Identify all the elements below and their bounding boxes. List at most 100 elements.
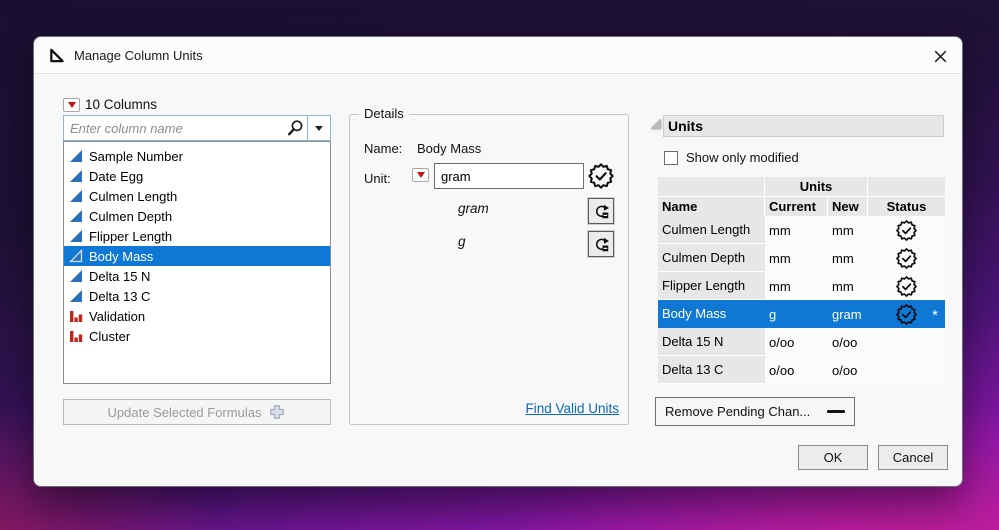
cell-new: mm xyxy=(828,216,868,244)
update-button-label: Update Selected Formulas xyxy=(107,404,262,420)
list-item-label: Delta 15 N xyxy=(89,268,151,284)
convert-unit-button[interactable] xyxy=(587,230,615,258)
list-item[interactable]: Delta 13 C xyxy=(64,286,330,306)
cell-new: o/oo xyxy=(828,356,868,384)
table-row[interactable]: Culmen Depth mm mm xyxy=(658,244,945,272)
header-name: Name xyxy=(658,196,765,216)
convert-icon xyxy=(593,203,610,220)
show-only-modified-label: Show only modified xyxy=(686,150,799,165)
unit-input[interactable] xyxy=(434,163,584,189)
cell-name: Culmen Depth xyxy=(658,244,765,272)
find-valid-units-link[interactable]: Find Valid Units xyxy=(525,401,619,416)
unit-suggestion: gram xyxy=(458,201,489,216)
continuous-icon xyxy=(69,249,83,263)
list-item[interactable]: Flipper Length xyxy=(64,226,330,246)
list-item-label: Sample Number xyxy=(89,148,183,164)
search-icon[interactable] xyxy=(286,119,304,137)
columns-count-label: 10 Columns xyxy=(85,97,158,112)
list-item[interactable]: Cluster xyxy=(64,326,330,346)
show-only-modified-row: Show only modified xyxy=(664,150,799,165)
plus-icon xyxy=(268,403,286,421)
cell-current: g xyxy=(765,300,828,328)
table-row-selected[interactable]: Body Mass g gram * xyxy=(658,300,945,328)
red-triangle-icon xyxy=(416,172,425,178)
valid-unit-badge-icon xyxy=(587,162,615,190)
close-icon xyxy=(932,48,949,65)
close-button[interactable] xyxy=(926,43,954,69)
convert-icon xyxy=(593,236,610,253)
list-item-label: Delta 13 C xyxy=(89,288,151,304)
header-new: New xyxy=(828,196,868,216)
unit-suggestion: g xyxy=(458,234,466,249)
continuous-icon xyxy=(69,189,83,203)
remove-button-label: Remove Pending Chan... xyxy=(665,404,811,419)
nominal-icon xyxy=(69,329,83,343)
cell-current: o/oo xyxy=(765,328,828,356)
cell-status xyxy=(868,356,945,384)
units-table: Units Name Current New Status Culmen Len… xyxy=(658,177,945,384)
columns-header: 10 Columns xyxy=(63,97,157,112)
update-selected-formulas-button[interactable]: Update Selected Formulas xyxy=(63,399,331,425)
badge-check-icon xyxy=(895,303,918,326)
list-item-label: Validation xyxy=(89,308,146,324)
units-header-label: Units xyxy=(668,118,703,134)
cell-status xyxy=(868,216,945,244)
table-row[interactable]: Delta 13 C o/oo o/oo xyxy=(658,356,945,384)
continuous-icon xyxy=(69,209,83,223)
header-spacer xyxy=(658,177,765,196)
details-legend: Details xyxy=(359,106,409,121)
manage-column-units-dialog: Manage Column Units 10 Columns Sample Nu… xyxy=(33,36,963,487)
title-bar[interactable]: Manage Column Units xyxy=(34,37,962,74)
list-item-label: Body Mass xyxy=(89,248,154,264)
units-disclosure-icon[interactable] xyxy=(651,119,661,129)
table-row[interactable]: Delta 15 N o/oo o/oo xyxy=(658,328,945,356)
details-group: Details Name: Body Mass Unit: gram g Fin… xyxy=(349,106,629,425)
cell-new: gram xyxy=(828,300,868,328)
unit-label: Unit: xyxy=(364,171,391,186)
cell-status: * xyxy=(868,300,945,328)
continuous-icon xyxy=(69,169,83,183)
units-panel-header[interactable]: Units xyxy=(663,115,944,137)
cancel-button[interactable]: Cancel xyxy=(878,445,948,470)
list-item[interactable]: Validation xyxy=(64,306,330,326)
column-search xyxy=(63,115,331,141)
table-row[interactable]: Culmen Length mm mm xyxy=(658,216,945,244)
list-item-label: Cluster xyxy=(89,328,131,344)
remove-pending-changes-button[interactable]: Remove Pending Chan... xyxy=(655,397,855,426)
table-row[interactable]: Flipper Length mm mm xyxy=(658,272,945,300)
convert-unit-button[interactable] xyxy=(587,197,615,225)
cell-current: mm xyxy=(765,216,828,244)
list-item[interactable]: Sample Number xyxy=(64,146,330,166)
header-current: Current xyxy=(765,196,828,216)
show-only-modified-checkbox[interactable] xyxy=(664,150,678,165)
cell-status xyxy=(868,272,945,300)
ok-button[interactable]: OK xyxy=(798,445,868,470)
column-search-input[interactable] xyxy=(64,120,286,136)
cell-name: Flipper Length xyxy=(658,272,765,300)
list-item-label: Flipper Length xyxy=(89,228,173,244)
name-label: Name: xyxy=(364,141,403,156)
list-item[interactable]: Culmen Length xyxy=(64,186,330,206)
table-group-header-row: Units xyxy=(658,177,945,196)
list-item[interactable]: Culmen Depth xyxy=(64,206,330,226)
column-list[interactable]: Sample Number Date Egg Culmen Length Cul… xyxy=(63,141,331,384)
window-title: Manage Column Units xyxy=(74,47,203,63)
continuous-icon xyxy=(69,229,83,243)
continuous-icon xyxy=(69,149,83,163)
cell-name: Delta 13 C xyxy=(658,356,765,384)
red-triangle-icon xyxy=(67,101,76,108)
list-item-label: Date Egg xyxy=(89,168,144,184)
list-item[interactable]: Date Egg xyxy=(64,166,330,186)
header-status: Status xyxy=(868,196,945,216)
list-item[interactable]: Delta 15 N xyxy=(64,266,330,286)
unit-menu-button[interactable] xyxy=(412,168,429,182)
search-dropdown-button[interactable] xyxy=(308,116,330,140)
badge-check-icon xyxy=(895,247,918,270)
name-value: Body Mass xyxy=(417,141,482,156)
columns-menu-button[interactable] xyxy=(63,97,80,112)
cell-name: Body Mass xyxy=(658,300,765,328)
units-group-header: Units xyxy=(765,177,868,196)
continuous-icon xyxy=(69,289,83,303)
badge-check-icon xyxy=(895,219,918,242)
list-item-selected[interactable]: Body Mass xyxy=(64,246,330,266)
